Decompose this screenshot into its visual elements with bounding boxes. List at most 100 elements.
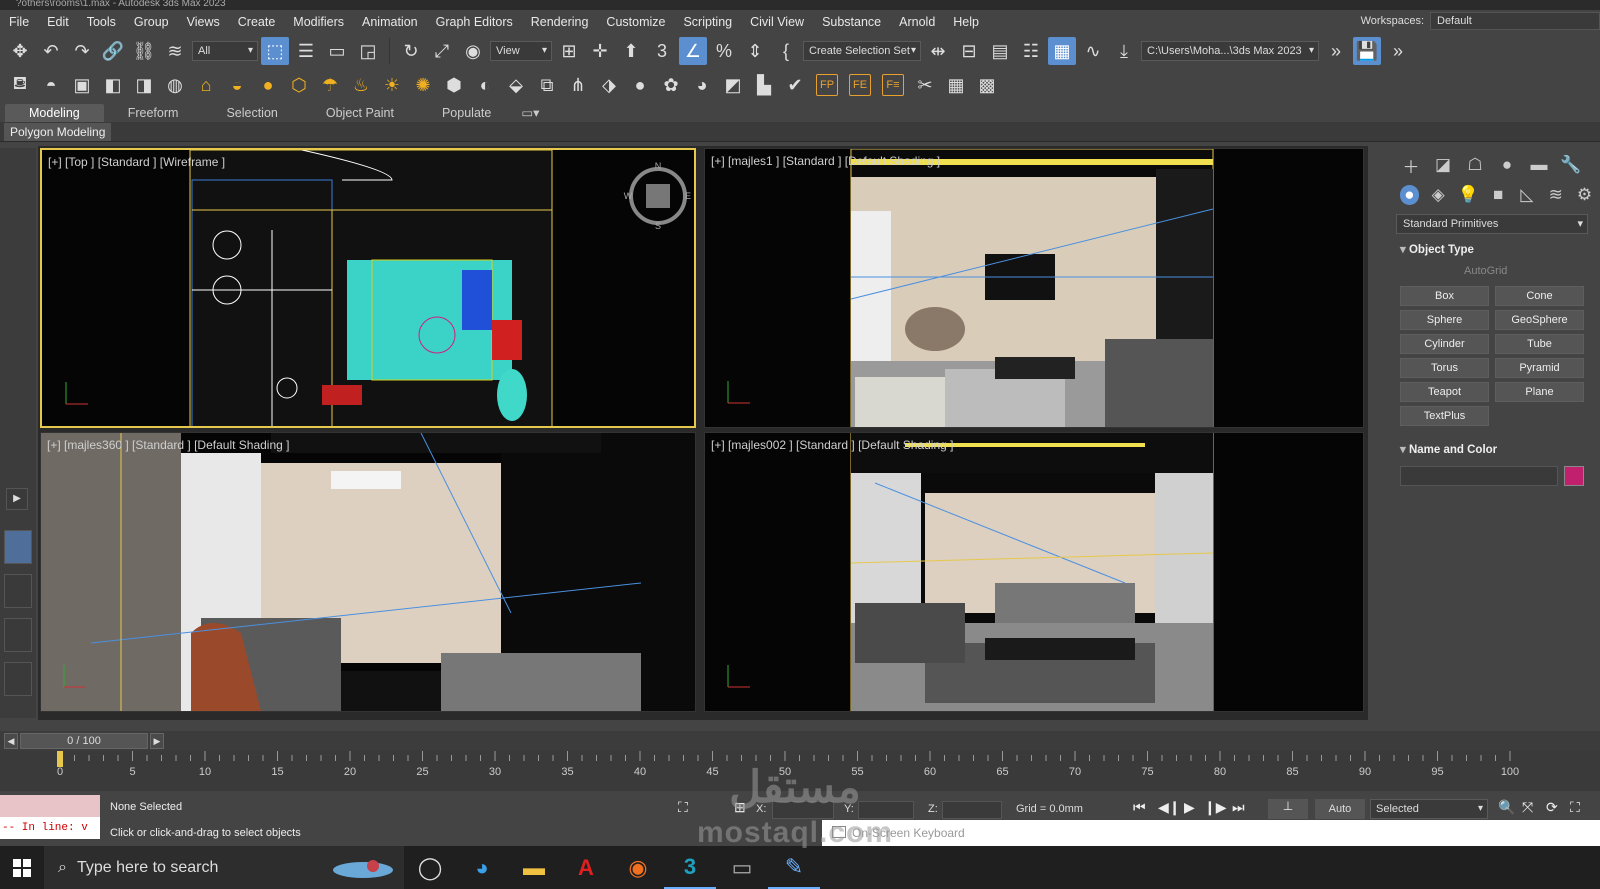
material-editor-icon[interactable]: ◍ — [161, 71, 189, 99]
task-view-icon[interactable]: ◯ — [404, 846, 456, 889]
menu-views[interactable]: Views — [178, 15, 229, 29]
hierarchy-tab-icon[interactable]: ☖ — [1464, 155, 1486, 175]
save-icon[interactable]: 💾 — [1353, 37, 1381, 65]
object-color-swatch[interactable] — [1564, 466, 1584, 486]
sphere-light-icon[interactable]: ● — [254, 71, 282, 99]
multi-material-icon[interactable]: ✿ — [657, 71, 685, 99]
menu-edit[interactable]: Edit — [38, 15, 78, 29]
undo-icon[interactable]: ↶ — [37, 37, 65, 65]
object-type-rollout[interactable]: Object Type — [1396, 240, 1588, 260]
sphere-button[interactable]: Sphere — [1400, 310, 1489, 330]
menu-file[interactable]: File — [0, 15, 38, 29]
project-path-dropdown[interactable]: C:\Users\Moha...\3ds Max 2023 — [1141, 41, 1319, 61]
reference-coord-dropdown[interactable]: View — [490, 41, 552, 61]
set-key-icon[interactable]: ⊥ — [1268, 799, 1308, 819]
percent-snap-icon[interactable]: % — [710, 37, 738, 65]
viewcube-compass[interactable]: N S E W — [618, 156, 696, 236]
maxscript-listener[interactable]: -- In line: v — [0, 795, 100, 841]
rect-selection-icon[interactable]: ▭ — [323, 37, 351, 65]
redo-icon[interactable]: ↷ — [68, 37, 96, 65]
orbit-icon[interactable]: ⟳ — [1546, 799, 1558, 816]
file-explorer-icon[interactable]: ▬ — [508, 846, 560, 889]
object-name-input[interactable] — [1400, 466, 1558, 486]
viewport-majles360[interactable]: [+] [majles360 ] [Standard ] [Default Sh… — [40, 432, 696, 712]
zoom-all-icon[interactable]: ⤧ — [1522, 799, 1533, 816]
layout-single-icon[interactable] — [4, 662, 32, 696]
render-iterative-icon[interactable]: ◨ — [130, 71, 158, 99]
tab-populate[interactable]: Populate — [418, 104, 515, 122]
menu-modifiers[interactable]: Modifiers — [284, 15, 353, 29]
more-icon[interactable]: » — [1384, 37, 1412, 65]
menu-create[interactable]: Create — [229, 15, 285, 29]
time-slider[interactable]: 0 / 100 — [20, 733, 148, 749]
taskbar-search[interactable]: ⌕ Type here to search — [44, 846, 404, 889]
next-frame-arrow[interactable]: ▶ — [150, 733, 164, 749]
previous-frame-icon[interactable]: ◀❙ — [1158, 799, 1181, 816]
name-and-color-rollout[interactable]: Name and Color — [1396, 440, 1588, 460]
primitive-category-dropdown[interactable]: Standard Primitives — [1396, 214, 1588, 234]
cylinder-button[interactable]: Cylinder — [1400, 334, 1489, 354]
on-screen-keyboard-icon[interactable]: ✎ — [768, 846, 820, 889]
menu-group[interactable]: Group — [125, 15, 178, 29]
place-icon[interactable]: ◉ — [459, 37, 487, 65]
tab-freeform[interactable]: Freeform — [104, 104, 203, 122]
menu-tools[interactable]: Tools — [78, 15, 125, 29]
polygon-modeling-label[interactable]: Polygon Modeling — [4, 123, 112, 141]
tube-button[interactable]: Tube — [1495, 334, 1584, 354]
on-screen-keyboard-bar[interactable]: On-Screen Keyboard — [822, 820, 1600, 846]
ribbon-toggle-icon[interactable]: ▦ — [1048, 37, 1076, 65]
menu-scripting[interactable]: Scripting — [674, 15, 741, 29]
expand-arrow-icon[interactable]: ▶ — [6, 488, 28, 510]
menu-substance[interactable]: Substance — [813, 15, 890, 29]
helpers-icon[interactable]: ◺ — [1518, 185, 1537, 205]
spinner-snap-icon[interactable]: ⇕ — [741, 37, 769, 65]
menu-customize[interactable]: Customize — [597, 15, 674, 29]
menu-arnold[interactable]: Arnold — [890, 15, 944, 29]
workspaces-dropdown[interactable]: Default — [1430, 12, 1600, 30]
table-icon[interactable]: ▦ — [942, 71, 970, 99]
clipper-icon[interactable]: ⧉ — [533, 71, 561, 99]
z-coordinate-field[interactable] — [942, 801, 1002, 819]
layout-two-icon[interactable] — [4, 574, 32, 608]
next-frame-icon[interactable]: ❙▶ — [1204, 799, 1227, 816]
firefox-icon[interactable]: ◉ — [612, 846, 664, 889]
geosphere-button[interactable]: GeoSphere — [1495, 310, 1584, 330]
cone-button[interactable]: Cone — [1495, 286, 1584, 306]
viewport-top-label[interactable]: [+] [Top ] [Standard ] [Wireframe ] — [48, 155, 225, 169]
autogrid-checkbox[interactable]: AutoGrid — [1390, 260, 1594, 282]
pyramid-button[interactable]: Pyramid — [1495, 358, 1584, 378]
create-selection-set-dropdown[interactable]: Create Selection Set — [803, 41, 921, 61]
proxy-icon[interactable]: ⬙ — [502, 71, 530, 99]
menu-rendering[interactable]: Rendering — [522, 15, 598, 29]
pivot-icon[interactable]: ⊞ — [555, 37, 583, 65]
layout-split-icon[interactable] — [4, 618, 32, 652]
align-icon[interactable]: ⊟ — [955, 37, 983, 65]
menu-civil-view[interactable]: Civil View — [741, 15, 813, 29]
sphere-primitive-icon[interactable]: ◐ — [471, 71, 499, 99]
plane-button[interactable]: Plane — [1495, 382, 1584, 402]
fp-icon[interactable]: FP — [816, 74, 838, 96]
go-to-end-icon[interactable]: ⏭ — [1232, 799, 1245, 816]
fx-icon[interactable]: F≡ — [882, 74, 904, 96]
scale-icon[interactable]: ⤢ — [428, 37, 456, 65]
systems-icon[interactable]: ⚙ — [1575, 185, 1594, 205]
edge-browser-icon[interactable]: ◕ — [456, 846, 508, 889]
move-icon[interactable]: ✥ — [6, 37, 34, 65]
viewport-top[interactable]: [+] [Top ] [Standard ] [Wireframe ] N S … — [40, 148, 696, 428]
lights-icon[interactable]: 💡 — [1458, 185, 1479, 205]
omni-light-icon[interactable]: ☂ — [316, 71, 344, 99]
selection-filter-dropdown[interactable]: All — [192, 41, 258, 61]
curve-editor-icon[interactable]: ∿ — [1079, 37, 1107, 65]
schematic-view-icon[interactable]: ⤓ — [1110, 37, 1138, 65]
ribbon-options-icon[interactable]: ▭▾ — [515, 103, 545, 122]
menu-animation[interactable]: Animation — [353, 15, 427, 29]
sky-icon[interactable]: ✺ — [409, 71, 437, 99]
fe-icon[interactable]: FE — [849, 74, 871, 96]
create-tab-icon[interactable]: ＋ — [1400, 153, 1422, 178]
viewport-majles002[interactable]: [+] [majles002 ] [Standard ] [Default Sh… — [704, 432, 1364, 712]
spacewarps-icon[interactable]: ≋ — [1546, 185, 1565, 205]
snaps-toggle-icon[interactable]: 3 — [648, 37, 676, 65]
layout-quad-icon[interactable] — [4, 530, 32, 564]
menu-graph-editors[interactable]: Graph Editors — [427, 15, 522, 29]
material-ball-icon[interactable]: ● — [626, 71, 654, 99]
